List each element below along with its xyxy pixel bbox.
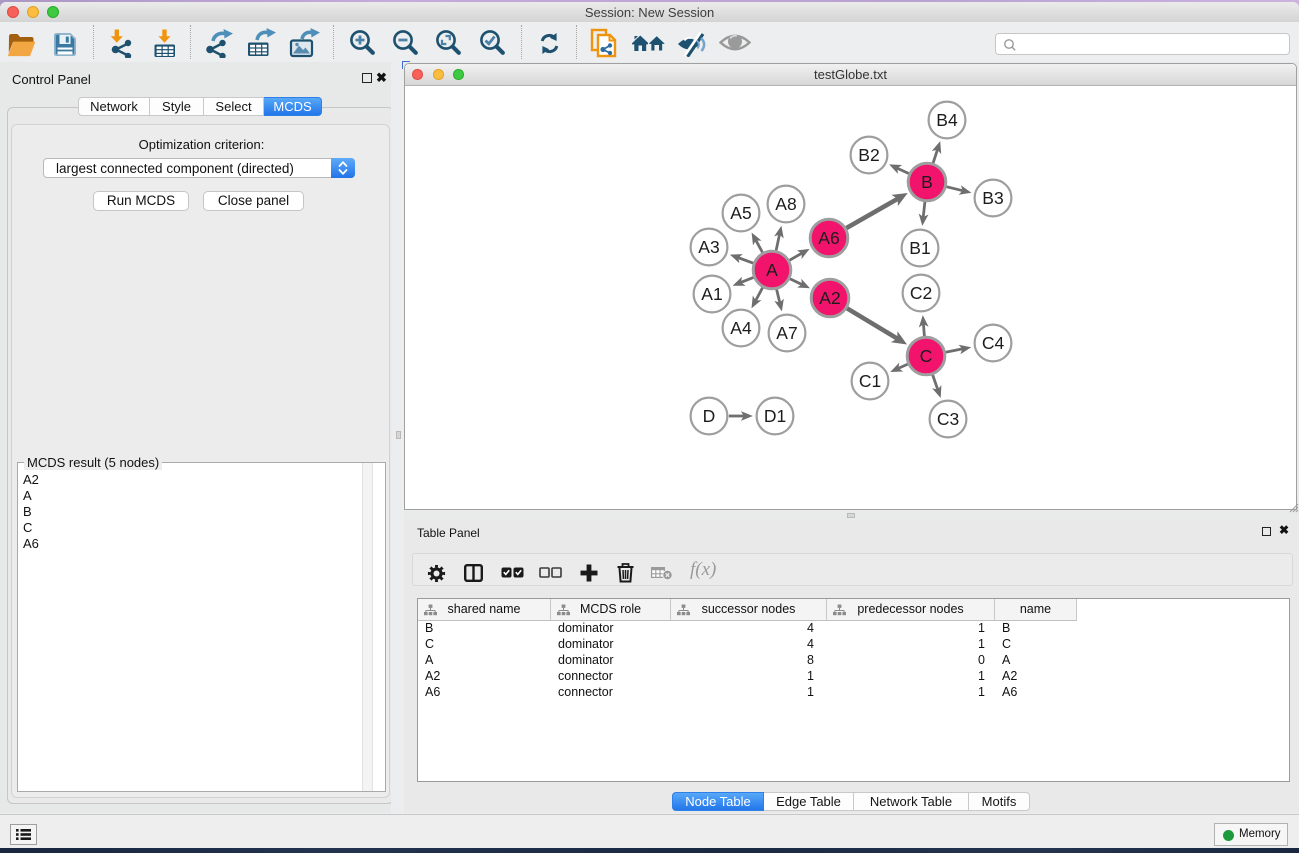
svg-text:C2: C2 xyxy=(910,283,932,303)
svg-text:C1: C1 xyxy=(859,371,881,391)
svg-text:A8: A8 xyxy=(775,194,796,214)
svg-text:A: A xyxy=(766,260,778,280)
svg-text:A1: A1 xyxy=(701,284,722,304)
svg-text:B3: B3 xyxy=(982,188,1003,208)
svg-text:D1: D1 xyxy=(764,406,786,426)
svg-text:A4: A4 xyxy=(730,318,752,338)
svg-text:C4: C4 xyxy=(982,333,1005,353)
svg-text:B: B xyxy=(921,172,933,192)
svg-text:A2: A2 xyxy=(819,288,840,308)
svg-text:A7: A7 xyxy=(776,323,797,343)
svg-text:A3: A3 xyxy=(698,237,719,257)
svg-text:B4: B4 xyxy=(936,110,958,130)
svg-text:A6: A6 xyxy=(818,228,839,248)
svg-text:A5: A5 xyxy=(730,203,751,223)
svg-text:B2: B2 xyxy=(858,145,879,165)
svg-text:C: C xyxy=(920,346,933,366)
svg-text:C3: C3 xyxy=(937,409,959,429)
svg-text:B1: B1 xyxy=(909,238,930,258)
svg-text:D: D xyxy=(703,406,716,426)
